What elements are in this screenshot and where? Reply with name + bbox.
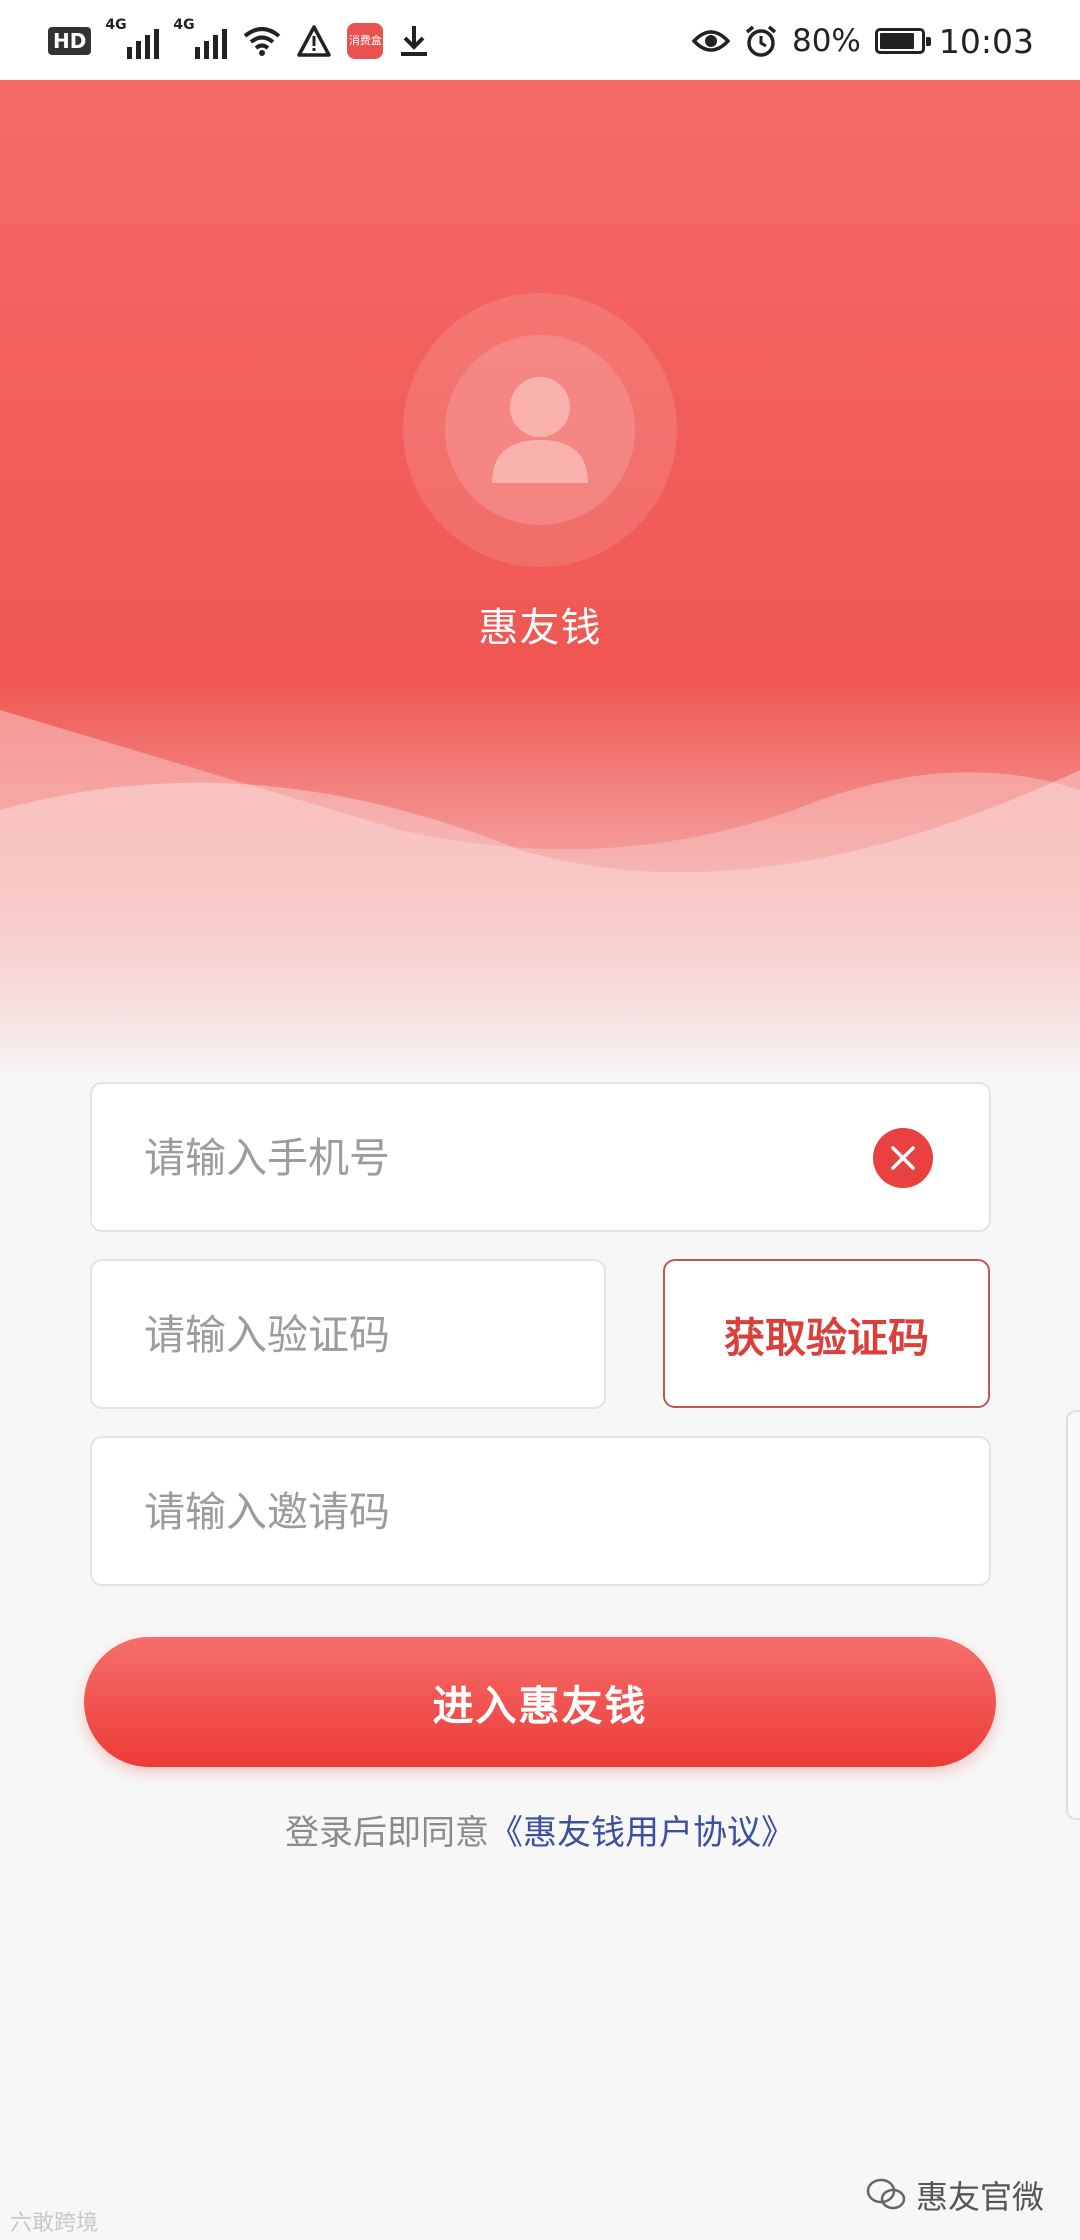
watermark-right: 惠友官微 <box>866 2172 1044 2218</box>
status-bar: HD 4G 4G 消费盒 80% 10:03 <box>0 0 1080 80</box>
wave-decoration <box>0 710 1080 1080</box>
download-icon <box>401 26 428 56</box>
clear-input-button[interactable] <box>873 1128 933 1188</box>
agreement-link[interactable]: 《惠友钱用户协议》 <box>489 1813 795 1853</box>
network-type-label: 4G <box>105 17 127 33</box>
agreement-text: 登录后即同意《惠友钱用户协议》 <box>0 1805 1080 1854</box>
side-drawer-handle[interactable] <box>1066 1410 1080 1820</box>
code-field[interactable] <box>90 1259 606 1409</box>
clock: 10:03 <box>938 21 1034 61</box>
alarm-icon <box>745 25 777 57</box>
network-type-label-2: 4G <box>173 17 195 33</box>
wifi-icon <box>244 27 281 56</box>
phone-field[interactable] <box>90 1082 991 1232</box>
code-input[interactable] <box>142 1261 576 1409</box>
close-icon <box>891 1146 915 1170</box>
get-code-button[interactable]: 获取验证码 <box>663 1259 990 1408</box>
eye-comfort-icon <box>691 30 730 52</box>
submit-button[interactable]: 进入惠友钱 <box>84 1637 996 1767</box>
battery-icon <box>874 28 931 54</box>
agreement-prefix: 登录后即同意 <box>285 1813 489 1853</box>
invite-field[interactable] <box>90 1436 991 1586</box>
signal-icon-1: 4G <box>105 17 160 59</box>
warning-icon <box>297 25 332 57</box>
avatar-user-icon[interactable] <box>480 365 600 495</box>
app-title: 惠友钱 <box>478 605 602 651</box>
status-left: HD 4G 4G 消费盒 <box>48 16 429 66</box>
hd-badge: HD <box>48 27 92 55</box>
watermark-left: 六敢跨境 <box>10 2211 99 2236</box>
wechat-icon <box>866 2178 906 2210</box>
battery-percent: 80% <box>791 23 861 59</box>
status-right: 80% 10:03 <box>691 16 1034 66</box>
phone-input[interactable] <box>142 1084 846 1232</box>
signal-icon-2: 4G <box>173 17 228 59</box>
shopping-app-icon: 消费盒 <box>347 23 384 59</box>
watermark-right-text: 惠友官微 <box>915 2178 1044 2216</box>
header-banner: 惠友钱 <box>0 80 1080 1080</box>
invite-input[interactable] <box>142 1438 926 1586</box>
